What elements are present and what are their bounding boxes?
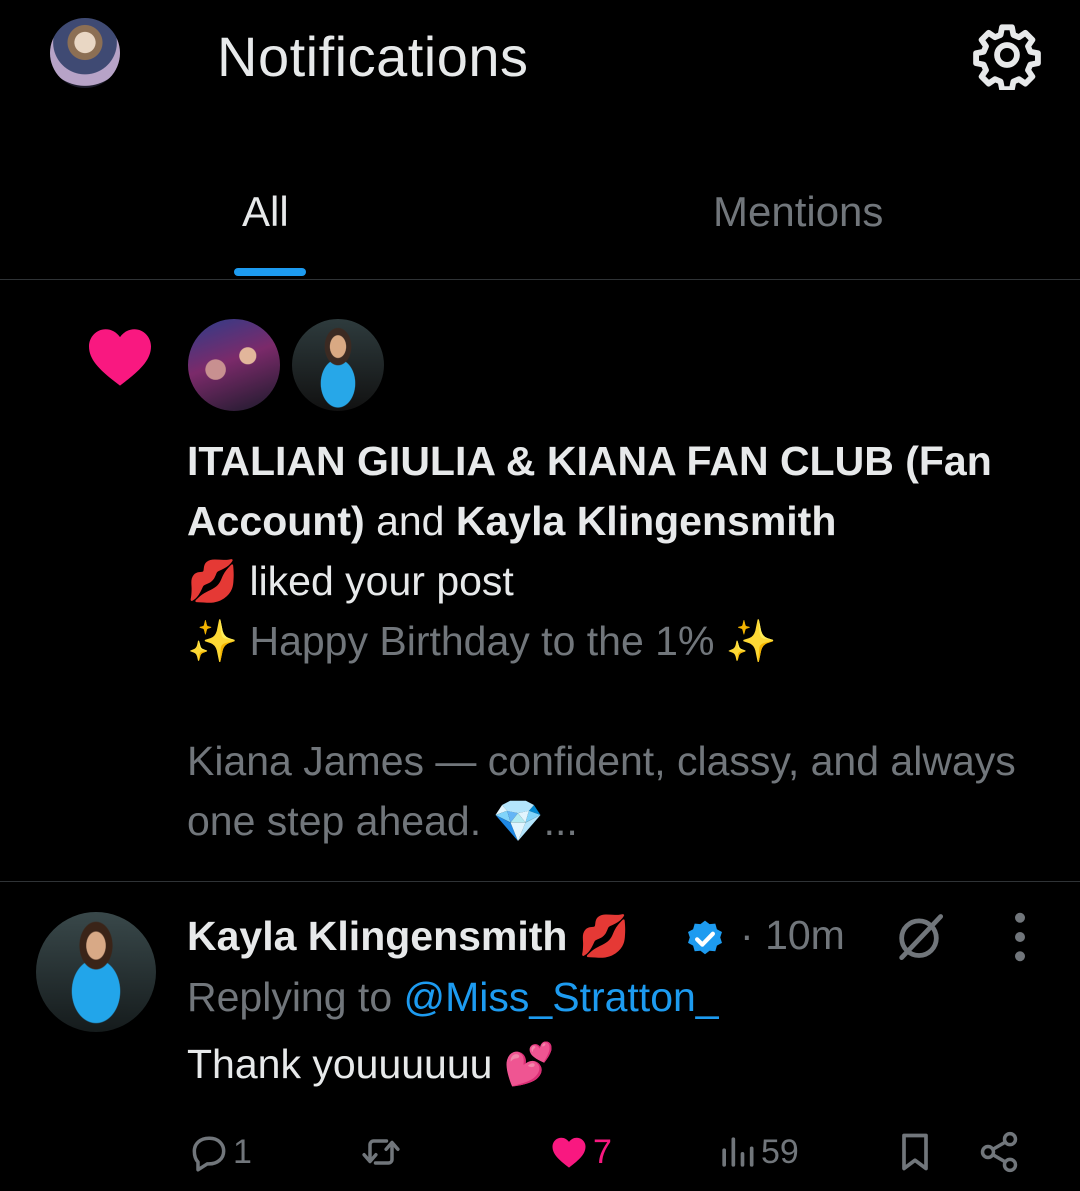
reply-author[interactable]: Kayla Klingensmith 💋 [187,912,630,961]
profile-avatar[interactable] [50,18,120,88]
more-options-icon[interactable] [1012,912,1028,962]
user2-name[interactable]: Kayla Klingensmith [456,498,836,544]
top-header: Notifications [0,0,1080,150]
grok-icon[interactable] [893,910,945,962]
reply-time: · 10m [740,912,845,959]
gem-emoji: 💎 [492,797,544,845]
time-separator: · [740,912,754,958]
like-button[interactable]: 7 [547,1122,612,1182]
preview-line2: Kiana James — confident, classy, and alw… [187,738,1016,844]
post-preview[interactable]: ✨ Happy Birthday to the 1% ✨ Kiana James… [187,611,1047,851]
lips-emoji: 💋 [187,557,239,605]
views-button[interactable]: 59 [715,1122,799,1182]
reply-button[interactable]: 1 [187,1122,252,1182]
bookmark-icon [902,1133,928,1171]
preview-ellipsis: ... [543,798,578,844]
sparkle-emoji-right: ✨ [725,617,777,665]
tab-mentions[interactable]: Mentions [713,188,883,236]
action-bar: 1 7 59 [187,1122,1037,1182]
comment-icon [192,1136,226,1172]
replying-to: Replying to @Miss_Stratton_ [187,974,719,1021]
like-heart-icon [552,1137,586,1168]
share-button[interactable] [977,1122,1021,1182]
conjunction: and [376,498,445,544]
share-icon [980,1131,1018,1173]
notification-text: ITALIAN GIULIA & KIANA FAN CLUB (Fan Acc… [187,431,1047,611]
page-title: Notifications [217,25,529,88]
time-value: 10m [765,912,845,958]
reply-count: 1 [233,1132,252,1171]
tab-all[interactable]: All [242,188,289,236]
replying-handle-link[interactable]: @Miss_Stratton_ [404,974,719,1020]
gear-icon[interactable] [972,20,1042,90]
fan-club-avatar[interactable] [186,317,282,413]
replying-prefix: Replying to [187,974,393,1020]
like-count: 7 [593,1132,612,1171]
tab-bar: All Mentions [0,150,1080,280]
repost-button[interactable] [359,1122,405,1182]
reply-text: Thank youuuuuu 💕 [187,1040,555,1089]
bookmark-button[interactable] [893,1122,937,1182]
repost-icon [362,1139,400,1165]
two-hearts-emoji: 💕 [503,1040,555,1088]
reply-avatar[interactable] [36,912,156,1032]
views-icon [722,1137,754,1167]
kayla-avatar-small[interactable] [290,317,386,413]
action-text: liked your post [249,558,514,604]
reply-lips-emoji: 💋 [578,912,630,960]
reply-post[interactable]: Kayla Klingensmith 💋 · 10m Replying to @… [0,882,1080,1191]
preview-line1: Happy Birthday to the 1% [249,618,715,664]
reply-body-text: Thank youuuuuu [187,1041,493,1087]
heart-icon [89,329,151,386]
like-notification[interactable]: ITALIAN GIULIA & KIANA FAN CLUB (Fan Acc… [0,281,1080,882]
views-count: 59 [761,1132,799,1171]
reply-author-name: Kayla Klingensmith [187,913,568,959]
active-tab-indicator [234,268,306,276]
sparkle-emoji-left: ✨ [187,617,239,665]
verified-badge-icon [688,920,722,955]
